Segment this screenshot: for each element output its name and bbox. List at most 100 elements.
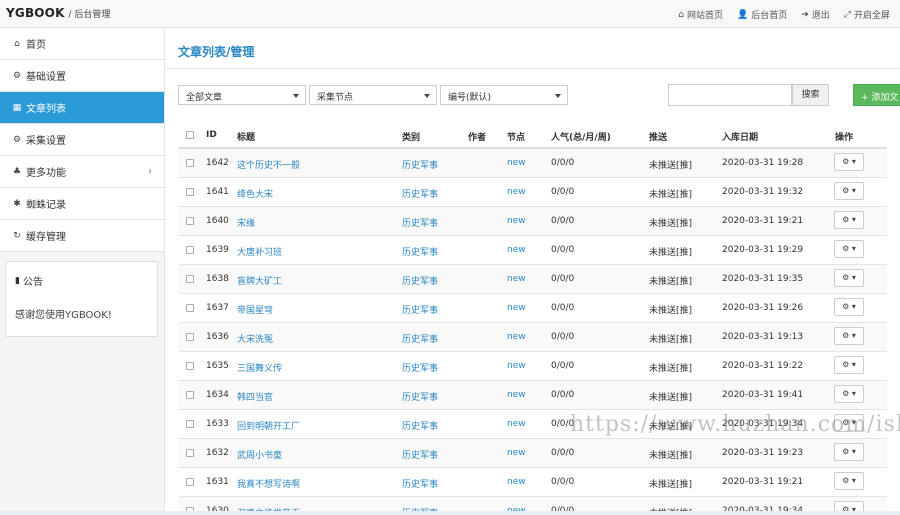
row-category-link[interactable]: 历史军事 [402, 448, 438, 461]
sidebar-item-article-list[interactable]: ▦ 文章列表 [0, 92, 164, 124]
row-push-link[interactable]: 未推送[推] [649, 158, 692, 171]
sidebar-item-spider-log[interactable]: ✱ 蜘蛛记录 [0, 188, 164, 220]
row-checkbox[interactable] [186, 246, 194, 254]
row-push-link[interactable]: 未推送[推] [649, 216, 692, 229]
row-title-link[interactable]: 回到明朝开工厂 [237, 419, 300, 432]
category-select[interactable]: 全部文章 [178, 85, 306, 105]
row-actions-dropdown[interactable]: ⚙ ▾ [834, 153, 864, 171]
row-actions-dropdown[interactable]: ⚙ ▾ [834, 298, 864, 316]
add-article-label: 添加文 [871, 93, 899, 103]
row-title-link[interactable]: 韩四当官 [237, 390, 273, 403]
node-select[interactable]: 采集节点 [309, 85, 437, 105]
row-push-link[interactable]: 未推送[推] [649, 187, 692, 200]
row-node-link[interactable]: new [507, 361, 526, 371]
row-title-link[interactable]: 宋缘 [237, 216, 255, 229]
row-checkbox[interactable] [186, 420, 194, 428]
row-push-link[interactable]: 未推送[推] [649, 274, 692, 287]
order-select[interactable]: 编号(默认) [440, 85, 568, 105]
row-node-link[interactable]: new [507, 448, 526, 458]
sidebar-item-collect-settings[interactable]: ⚙ 采集设置 [0, 124, 164, 156]
row-category-link[interactable]: 历史军事 [402, 361, 438, 374]
row-node-link[interactable]: new [507, 245, 526, 255]
row-date: 2020-03-31 19:34 [722, 419, 804, 429]
sidebar-item-cache-manage[interactable]: ↻ 缓存管理 [0, 220, 164, 252]
row-actions-dropdown[interactable]: ⚙ ▾ [834, 385, 864, 403]
row-category-link[interactable]: 历史军事 [402, 245, 438, 258]
row-push-link[interactable]: 未推送[推] [649, 245, 692, 258]
row-category-link[interactable]: 历史军事 [402, 187, 438, 200]
site-home-link[interactable]: ⌂ 网站首页 [678, 8, 723, 22]
row-checkbox[interactable] [186, 275, 194, 283]
row-actions-dropdown[interactable]: ⚙ ▾ [834, 327, 864, 345]
row-checkbox[interactable] [186, 391, 194, 399]
row-checkbox[interactable] [186, 333, 194, 341]
row-category-link[interactable]: 历史军事 [402, 158, 438, 171]
fullscreen-link[interactable]: ⤢ 开启全屏 [844, 8, 890, 22]
select-all-checkbox[interactable] [186, 131, 194, 139]
row-actions-dropdown[interactable]: ⚙ ▾ [834, 414, 864, 432]
row-checkbox[interactable] [186, 449, 194, 457]
sidebar-item-more-features[interactable]: ♣ 更多功能 › [0, 156, 164, 188]
row-title-link[interactable]: 这个历史不一般 [237, 158, 300, 171]
row-actions-dropdown[interactable]: ⚙ ▾ [834, 356, 864, 374]
admin-home-link[interactable]: 👤 后台首页 [737, 8, 787, 22]
row-checkbox[interactable] [186, 478, 194, 486]
sidebar-item-home[interactable]: ⌂ 首页 [0, 28, 164, 60]
row-date: 2020-03-31 19:28 [722, 158, 804, 168]
row-actions-dropdown[interactable]: ⚙ ▾ [834, 472, 864, 490]
row-checkbox[interactable] [186, 188, 194, 196]
row-category-link[interactable]: 历史军事 [402, 332, 438, 345]
row-node-link[interactable]: new [507, 477, 526, 487]
row-title-link[interactable]: 大宋洗冤 [237, 332, 273, 345]
sidebar-item-basic-settings[interactable]: ⚙ 基础设置 [0, 60, 164, 92]
row-title-link[interactable]: 三国舞义传 [237, 361, 282, 374]
row-actions-dropdown[interactable]: ⚙ ▾ [834, 182, 864, 200]
row-node-link[interactable]: new [507, 216, 526, 226]
row-checkbox[interactable] [186, 217, 194, 225]
row-title-link[interactable]: 大唐补习班 [237, 245, 282, 258]
row-date: 2020-03-31 19:21 [722, 216, 804, 226]
row-title-link[interactable]: 武周小书童 [237, 448, 282, 461]
brand[interactable]: YGBOOK / 后台管理 [6, 6, 110, 20]
row-category-link[interactable]: 历史军事 [402, 303, 438, 316]
row-node-link[interactable]: new [507, 332, 526, 342]
row-title-link[interactable]: 盲牌大矿工 [237, 274, 282, 287]
table-row: 1637 帝国星穹 历史军事 new 0/0/0 未推送[推] 2020-03-31 19:… [179, 294, 887, 323]
row-node-link[interactable]: new [507, 419, 526, 429]
search-button[interactable]: 搜索 [792, 84, 829, 106]
row-actions-dropdown[interactable]: ⚙ ▾ [834, 240, 864, 258]
row-actions-dropdown[interactable]: ⚙ ▾ [834, 211, 864, 229]
row-actions-dropdown[interactable]: ⚙ ▾ [834, 443, 864, 461]
row-push-link[interactable]: 未推送[推] [649, 390, 692, 403]
row-push-link[interactable]: 未推送[推] [649, 448, 692, 461]
row-category-link[interactable]: 历史军事 [402, 216, 438, 229]
row-node-link[interactable]: new [507, 390, 526, 400]
row-category-link[interactable]: 历史军事 [402, 477, 438, 490]
row-push-link[interactable]: 未推送[推] [649, 332, 692, 345]
row-category-link[interactable]: 历史军事 [402, 274, 438, 287]
row-node-link[interactable]: new [507, 187, 526, 197]
row-node-link[interactable]: new [507, 303, 526, 313]
gears-icon: ⚙ [12, 134, 22, 145]
notice-panel: ▮ 公告 感谢您使用YGBOOK! [5, 261, 158, 337]
row-title-link[interactable]: 我真不想写诗啊 [237, 477, 300, 490]
row-push-link[interactable]: 未推送[推] [649, 303, 692, 316]
row-actions-dropdown[interactable]: ⚙ ▾ [834, 269, 864, 287]
row-push-link[interactable]: 未推送[推] [649, 419, 692, 432]
row-node-link[interactable]: new [507, 158, 526, 168]
logout-link[interactable]: ➜ 退出 [801, 8, 830, 22]
column-header-id[interactable]: ID [206, 130, 217, 140]
row-category-link[interactable]: 历史军事 [402, 419, 438, 432]
row-checkbox[interactable] [186, 304, 194, 312]
row-category-link[interactable]: 历史军事 [402, 390, 438, 403]
row-node-link[interactable]: new [507, 274, 526, 284]
row-title-link[interactable]: 绛色大宋 [237, 187, 273, 200]
search-input[interactable] [668, 84, 792, 106]
add-article-button[interactable]: + 添加文 [853, 84, 900, 106]
row-push-link[interactable]: 未推送[推] [649, 361, 692, 374]
row-push-link[interactable]: 未推送[推] [649, 477, 692, 490]
row-checkbox[interactable] [186, 362, 194, 370]
row-checkbox[interactable] [186, 159, 194, 167]
row-title-link[interactable]: 帝国星穹 [237, 303, 273, 316]
gear-icon: ⚙ [12, 70, 22, 81]
